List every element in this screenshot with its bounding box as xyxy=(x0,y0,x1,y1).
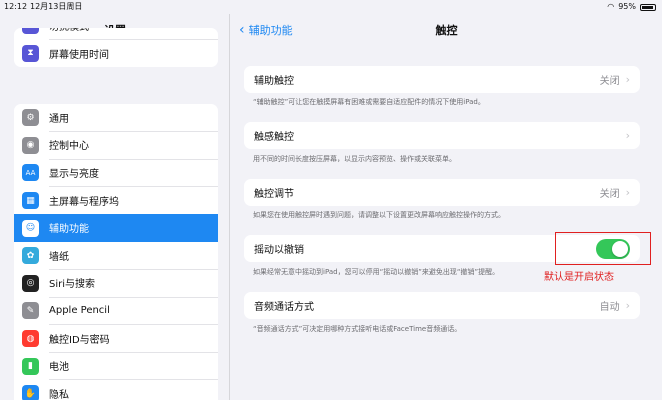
call-audio-routing-cell[interactable]: 音频通话方式 自动 › xyxy=(244,292,640,319)
sidebar-item-label: 通用 xyxy=(49,104,218,133)
pencil-icon: ✎ xyxy=(22,302,39,320)
chevron-left-icon: ‹ xyxy=(239,21,245,38)
sidebar-group-2: ⚙ 通用 ◉ 控制中心 AA 显示与亮度 ▦ 主屏幕与程序坞 ☺ 辅助功能 ✿ … xyxy=(14,104,218,400)
fingerprint-icon: ◍ xyxy=(22,330,39,348)
sidebar-item-control-center[interactable]: ◉ 控制中心 xyxy=(14,132,218,160)
sidebar-item-apple-pencil[interactable]: ✎ Apple Pencil xyxy=(14,297,218,326)
chevron-right-icon: › xyxy=(625,129,630,142)
touch-accommodations-cell[interactable]: 触控调节 关闭 › xyxy=(244,179,640,206)
sidebar-item-privacy[interactable]: ✋ 隐私 xyxy=(14,380,218,400)
sidebar-item-label: 隐私 xyxy=(49,390,69,400)
sidebar-item-label: 控制中心 xyxy=(49,131,218,160)
sidebar-item-battery[interactable]: ▮ 电池 xyxy=(14,352,218,381)
haptic-touch-description: 用不同的时间长度按压屏幕，以显示内容预览、操作或关联菜单。 xyxy=(253,155,456,163)
sidebar-item-label: 勿扰模式 xyxy=(49,28,218,41)
sidebar-item-label: 触控ID与密码 xyxy=(49,324,218,353)
grid-icon: ▦ xyxy=(22,192,39,210)
text-size-icon: AA xyxy=(22,164,39,182)
sidebar-item-label: 辅助功能 xyxy=(49,224,89,236)
status-time: 12:12 xyxy=(4,2,28,11)
sidebar-item-label: Apple Pencil xyxy=(49,297,218,326)
status-right: ◠ 95% xyxy=(607,0,656,14)
back-label: 辅助功能 xyxy=(248,24,293,37)
touch-accommodations-description: 如果您在使用触控屏时遇到问题，请调整以下设置更改屏幕响应触控操作的方式。 xyxy=(253,211,505,219)
cell-title: 触控调节 xyxy=(254,189,294,200)
sidebar-item-do-not-disturb[interactable]: ☾ 勿扰模式 xyxy=(14,28,218,41)
cell-value: 关闭 xyxy=(599,189,620,200)
sidebar-item-label: Siri与搜索 xyxy=(49,269,218,298)
battery-percent: 95% xyxy=(618,2,636,11)
hand-icon: ✋ xyxy=(22,385,39,400)
battery-icon xyxy=(640,3,656,11)
sidebar-item-home-screen-dock[interactable]: ▦ 主屏幕与程序坞 xyxy=(14,187,218,215)
sidebar-item-label: 屏幕使用时间 xyxy=(49,49,109,61)
flower-icon: ✿ xyxy=(22,247,39,265)
assistive-touch-cell[interactable]: 辅助触控 关闭 › xyxy=(244,66,640,93)
siri-icon: ◎ xyxy=(22,274,39,292)
chevron-right-icon: › xyxy=(625,186,630,199)
touch-settings-pane: ‹ 辅助功能 触控 辅助触控 关闭 › “辅助触控”可让您在触摸屏幕有困难或需要… xyxy=(231,14,662,400)
chevron-right-icon: › xyxy=(625,299,630,312)
call-audio-routing-description: “音频通话方式”可决定用哪种方式接听电话或FaceTime音频通话。 xyxy=(253,325,462,333)
back-button[interactable]: ‹ 辅助功能 xyxy=(239,22,293,38)
assistive-touch-description: “辅助触控”可让您在触摸屏幕有困难或需要自适应配件的情况下使用iPad。 xyxy=(253,98,485,106)
cell-value: 关闭 xyxy=(599,76,620,87)
cell-value: 自动 xyxy=(599,302,620,313)
sidebar-item-label: 墙纸 xyxy=(49,241,218,271)
toggles-icon: ◉ xyxy=(22,136,39,154)
sidebar-item-accessibility[interactable]: ☺ 辅助功能 xyxy=(14,214,218,242)
sidebar-item-general[interactable]: ⚙ 通用 xyxy=(14,104,218,133)
chevron-right-icon: › xyxy=(625,73,630,86)
sidebar-item-label: 主屏幕与程序坞 xyxy=(49,186,218,215)
wifi-icon: ◠ xyxy=(607,2,615,11)
cell-title: 辅助触控 xyxy=(254,76,294,87)
sidebar-item-label: 电池 xyxy=(49,352,218,381)
sidebar-item-touch-id-passcode[interactable]: ◍ 触控ID与密码 xyxy=(14,325,218,353)
cell-title: 摇动以撤销 xyxy=(254,245,304,256)
status-bar: 12:12 12月13日周日 ◠ 95% xyxy=(0,0,662,14)
page-title: 触控 xyxy=(435,24,458,37)
cell-title: 触感触控 xyxy=(254,132,294,143)
annotation-text: 默认是开启状态 xyxy=(544,272,614,283)
status-date: 12月13日周日 xyxy=(30,2,83,11)
sidebar-item-screen-time[interactable]: ⧗ 屏幕使用时间 xyxy=(14,40,218,68)
sidebar-item-display-brightness[interactable]: AA 显示与亮度 xyxy=(14,159,218,188)
sidebar-item-label: 显示与亮度 xyxy=(49,159,218,188)
accessibility-icon: ☺ xyxy=(22,219,39,237)
sidebar-item-siri-search[interactable]: ◎ Siri与搜索 xyxy=(14,270,218,298)
cell-title: 音频通话方式 xyxy=(254,302,314,313)
sidebar-group-1: ☾ 勿扰模式 ⧗ 屏幕使用时间 xyxy=(14,28,218,68)
moon-icon: ☾ xyxy=(22,28,39,35)
haptic-touch-cell[interactable]: 触感触控 › xyxy=(244,122,640,149)
battery-icon: ▮ xyxy=(22,357,39,375)
sidebar-item-wallpaper[interactable]: ✿ 墙纸 xyxy=(14,241,218,271)
gear-icon: ⚙ xyxy=(22,109,39,127)
settings-sidebar: 设置 ☾ 勿扰模式 ⧗ 屏幕使用时间 ⚙ 通用 ◉ 控制中心 AA 显示与亮度 … xyxy=(0,14,230,400)
hourglass-icon: ⧗ xyxy=(22,44,39,62)
annotation-highlight-box xyxy=(555,232,651,265)
